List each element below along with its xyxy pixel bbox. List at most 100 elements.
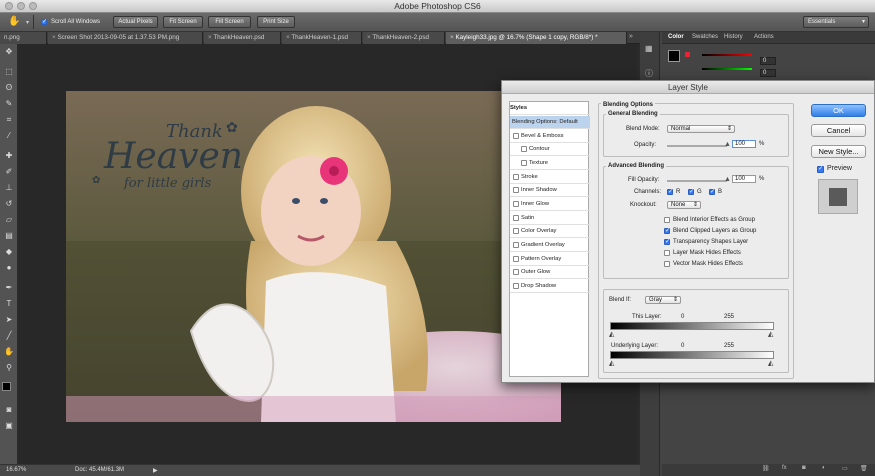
this-layer-white-slider-icon[interactable]: ◭ — [768, 330, 773, 338]
zoom-level[interactable]: 16.67% — [6, 467, 26, 473]
style-checkbox[interactable] — [513, 269, 519, 275]
blend-clipped-checkbox[interactable] — [664, 227, 670, 234]
tool-preset-dropdown-icon[interactable]: ▾ — [26, 19, 29, 26]
red-slider[interactable] — [702, 54, 752, 56]
link-layers-icon[interactable]: ⛓ — [762, 465, 770, 472]
fit-screen-button[interactable]: Fit Screen — [163, 16, 203, 28]
style-checkbox[interactable] — [513, 242, 519, 248]
green-value-field[interactable]: 0 — [760, 69, 776, 77]
fill-opacity-field[interactable]: 100 — [732, 175, 756, 183]
fx-icon[interactable]: fx — [782, 465, 787, 471]
tab-document[interactable]: × ThankHeaven-2.psd — [363, 32, 445, 44]
style-checkbox[interactable] — [513, 283, 519, 289]
style-item-pattern-overlay[interactable]: Pattern Overlay — [510, 253, 590, 266]
fill-opacity-slider[interactable] — [667, 180, 727, 182]
channel-b-checkbox[interactable] — [709, 188, 715, 195]
foreground-color-swatch[interactable] — [2, 382, 11, 391]
path-selection-tool-icon[interactable]: ➤ — [4, 316, 14, 324]
blur-tool-icon[interactable]: ◆ — [4, 248, 14, 256]
blend-interior-checkbox[interactable] — [664, 217, 670, 223]
tab-document[interactable]: × ThankHeaven.psd — [204, 32, 281, 44]
styles-header[interactable]: Styles — [510, 102, 590, 115]
blend-if-select[interactable]: Gray ⇕ — [645, 296, 681, 304]
tab-color[interactable]: Color — [668, 34, 684, 40]
opacity-slider[interactable] — [667, 145, 727, 147]
cancel-button[interactable]: Cancel — [811, 124, 866, 137]
transparency-shapes-checkbox[interactable] — [664, 238, 670, 245]
info-panel-icon[interactable]: ⓘ — [645, 68, 653, 79]
style-checkbox[interactable] — [513, 187, 519, 193]
fill-screen-button[interactable]: Fill Screen — [208, 16, 251, 28]
line-tool-icon[interactable]: ╱ — [4, 332, 14, 340]
style-item-texture[interactable]: Texture — [510, 157, 590, 170]
style-checkbox[interactable] — [513, 256, 519, 262]
style-checkbox[interactable] — [513, 228, 519, 234]
lasso-tool-icon[interactable]: ʘ — [4, 84, 14, 92]
add-mask-icon[interactable]: ◙ — [802, 465, 806, 471]
style-checkbox[interactable] — [513, 133, 519, 139]
underlying-layer-gradient-bar[interactable] — [610, 351, 774, 359]
preview-checkbox[interactable] — [817, 165, 824, 173]
eyedropper-tool-icon[interactable]: ⁄ — [4, 132, 14, 140]
move-tool-icon[interactable]: ✥ — [4, 48, 14, 56]
foreground-color-swatch[interactable] — [668, 50, 680, 62]
healing-brush-tool-icon[interactable]: ✚ — [4, 152, 14, 160]
tab-swatches[interactable]: Swatches — [692, 34, 718, 40]
tab-document-active[interactable]: × Kayleigh33.jpg @ 16.7% (Shape 1 copy, … — [446, 32, 627, 44]
dodge-tool-icon[interactable]: ● — [4, 264, 14, 272]
style-item-gradient-overlay[interactable]: Gradient Overlay — [510, 239, 590, 252]
style-item-color-overlay[interactable]: Color Overlay — [510, 225, 590, 238]
print-size-button[interactable]: Print Size — [257, 16, 295, 28]
slider-thumb-icon[interactable]: ▲ — [724, 176, 731, 183]
style-checkbox[interactable] — [513, 215, 519, 221]
tab-document[interactable]: n.png — [0, 32, 47, 44]
pen-tool-icon[interactable]: ✒ — [4, 284, 14, 292]
knockout-select[interactable]: None ⇕ — [667, 201, 701, 209]
tab-actions[interactable]: Actions — [754, 34, 774, 40]
history-panel-icon[interactable]: ▦ — [645, 44, 653, 53]
quick-selection-tool-icon[interactable]: ✎ — [4, 100, 14, 108]
style-item-stroke[interactable]: Stroke — [510, 171, 590, 184]
blend-mode-select[interactable]: Normal ⇕ — [667, 125, 735, 133]
style-item-inner-glow[interactable]: Inner Glow — [510, 198, 590, 211]
underlying-white-slider-icon[interactable]: ◭ — [768, 359, 773, 367]
tab-document[interactable]: × ThankHeaven-1.psd — [282, 32, 362, 44]
style-checkbox[interactable] — [513, 174, 519, 180]
this-layer-black-slider-icon[interactable]: ◭ — [609, 330, 614, 338]
style-item-blending-options[interactable]: Blending Options: Default — [510, 116, 590, 129]
layer-mask-hides-checkbox[interactable] — [664, 250, 670, 256]
ok-button[interactable]: OK — [811, 104, 866, 117]
document-image[interactable]: Thank Heaven for little girls ✿ ✿ — [66, 91, 561, 422]
trash-icon[interactable]: 🗑 — [860, 465, 868, 472]
tab-document[interactable]: × Screen Shot 2013-09-05 at 1.37.53 PM.p… — [48, 32, 203, 44]
style-checkbox[interactable] — [513, 201, 519, 207]
more-tabs-icon[interactable]: » — [629, 33, 633, 40]
history-brush-tool-icon[interactable]: ↺ — [4, 200, 14, 208]
opacity-field[interactable]: 100 — [732, 140, 756, 148]
clone-stamp-tool-icon[interactable]: ⊥ — [4, 184, 14, 192]
style-item-drop-shadow[interactable]: Drop Shadow — [510, 280, 590, 293]
zoom-tool-icon[interactable]: ⚲ — [4, 364, 14, 372]
crop-tool-icon[interactable]: ⌗ — [4, 116, 14, 124]
new-group-icon[interactable]: ▭ — [842, 465, 848, 472]
this-layer-gradient-bar[interactable] — [610, 322, 774, 330]
hand-tool-icon[interactable]: ✋ — [4, 348, 14, 356]
gradient-tool-icon[interactable]: ▤ — [4, 232, 14, 240]
green-slider[interactable] — [702, 68, 752, 70]
underlying-black-slider-icon[interactable]: ◭ — [609, 359, 614, 367]
actual-pixels-button[interactable]: Actual Pixels — [113, 16, 158, 28]
vector-mask-hides-checkbox[interactable] — [664, 261, 670, 267]
new-style-button[interactable]: New Style... — [811, 145, 866, 158]
quick-mask-icon[interactable]: ◙ — [4, 406, 14, 414]
style-item-outer-glow[interactable]: Outer Glow — [510, 266, 590, 279]
style-item-contour[interactable]: Contour — [510, 143, 590, 156]
brush-tool-icon[interactable]: ✐ — [4, 168, 14, 176]
style-checkbox[interactable] — [521, 146, 527, 152]
hand-tool-icon[interactable]: ✋ — [8, 16, 20, 27]
scroll-all-windows-checkbox[interactable] — [41, 18, 47, 25]
channel-r-checkbox[interactable] — [667, 188, 673, 195]
style-checkbox[interactable] — [521, 160, 527, 166]
workspace-switcher[interactable]: Essentials ▾ — [803, 16, 869, 28]
status-menu-arrow-icon[interactable]: ▶ — [153, 467, 158, 474]
type-tool-icon[interactable]: T — [4, 300, 14, 308]
